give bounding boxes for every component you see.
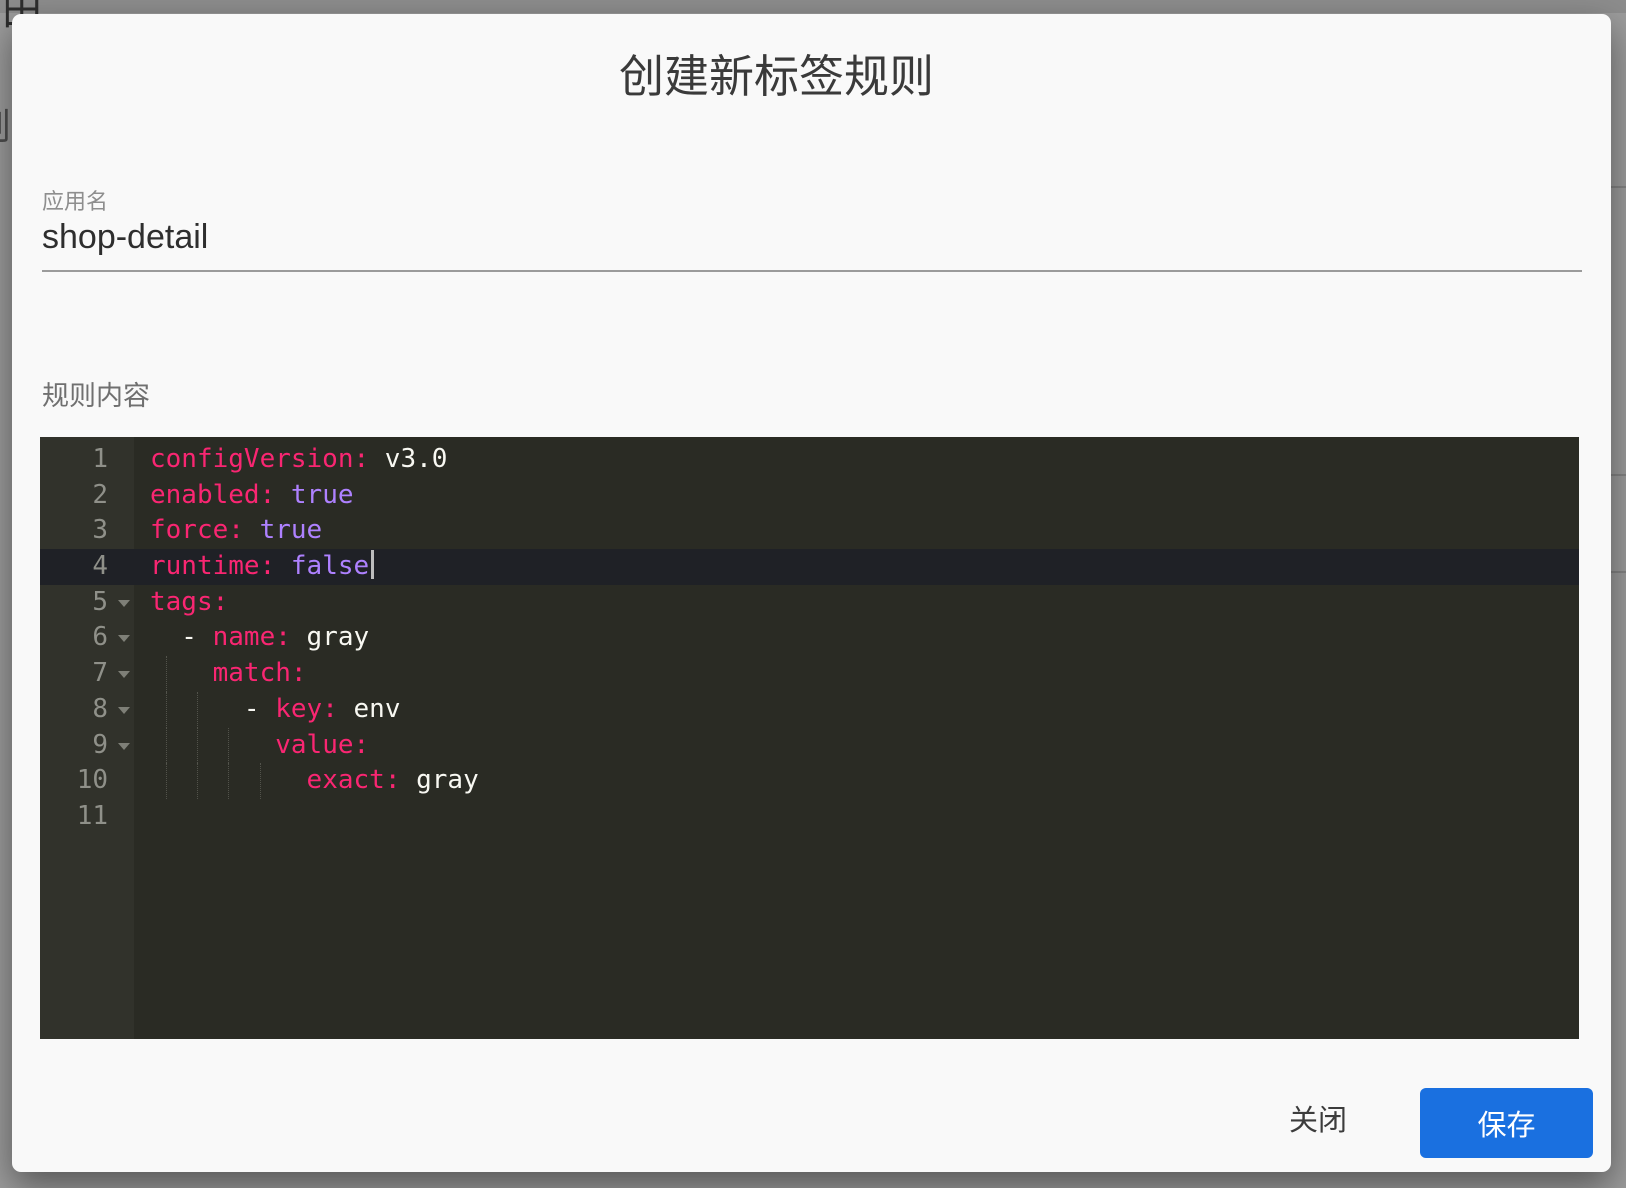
line-number: 7 [40,656,134,692]
indent-guide [228,763,229,799]
background-table-line [1610,474,1626,476]
background-fragment-left: 则 [0,98,11,150]
fold-arrow-icon[interactable] [118,671,130,678]
token-key: name: [213,622,291,652]
token-key: configVersion: [150,444,369,474]
code-line-text[interactable]: tags: [134,585,1579,621]
indent-guide [228,728,229,764]
token-plain: gray [400,765,478,795]
code-line[interactable]: 7 match: [40,656,1579,692]
text-cursor [371,550,374,579]
token-plain: v3.0 [369,444,447,474]
code-line-text[interactable] [134,799,1579,835]
code-line[interactable]: 4runtime: false [40,549,1579,585]
dialog-title: 创建新标签规则 [12,50,1541,104]
background-top-bar [0,0,1626,13]
token-plain [150,658,213,688]
token-key: tags: [150,587,228,617]
token-plain [150,730,275,760]
app-name-underline [42,270,1582,272]
token-key: match: [213,658,307,688]
token-plain: env [338,694,401,724]
fold-arrow-icon[interactable] [118,600,130,607]
code-editor[interactable]: 1configVersion: v3.02enabled: true3force… [40,437,1579,1039]
code-line[interactable]: 2enabled: true [40,478,1579,514]
line-number: 1 [40,442,134,478]
indent-guide [166,692,167,728]
token-plain: gray [291,622,369,652]
save-button[interactable]: 保存 [1420,1088,1593,1158]
indent-guide [166,656,167,692]
code-line-text[interactable]: value: [134,728,1579,764]
token-key: exact: [307,765,401,795]
code-line-text[interactable]: enabled: true [134,478,1579,514]
editor-rows: 1configVersion: v3.02enabled: true3force… [40,442,1579,835]
line-number: 6 [40,620,134,656]
code-line-text[interactable]: exact: gray [134,763,1579,799]
line-number: 9 [40,728,134,764]
line-number: 3 [40,513,134,549]
token-plain: - [150,622,213,652]
code-line[interactable]: 1configVersion: v3.0 [40,442,1579,478]
line-number: 2 [40,478,134,514]
token-key: enabled: [150,480,275,510]
fold-arrow-icon[interactable] [118,743,130,750]
token-key: key: [275,694,338,724]
line-number: 10 [40,763,134,799]
indent-guide [197,692,198,728]
code-line[interactable]: 3force: true [40,513,1579,549]
code-line[interactable]: 5 tags: [40,585,1579,621]
fold-arrow-icon[interactable] [118,635,130,642]
code-line[interactable]: 11 [40,799,1579,835]
app-name-field[interactable]: shop-detail [42,218,208,257]
line-number: 4 [40,549,134,585]
code-line-text[interactable]: match: [134,656,1579,692]
close-button[interactable]: 关闭 [1268,1093,1368,1149]
token-bool: true [244,515,322,545]
indent-guide [166,763,167,799]
line-number: 11 [40,799,134,835]
code-line-text[interactable]: configVersion: v3.0 [134,442,1579,478]
indent-guide [197,763,198,799]
token-key: value: [275,730,369,760]
create-tag-rule-dialog: 创建新标签规则 应用名 shop-detail 规则内容 1configVers… [12,14,1611,1172]
token-plain: - [150,694,275,724]
line-number: 5 [40,585,134,621]
code-line-text[interactable]: force: true [134,513,1579,549]
fold-arrow-icon[interactable] [118,707,130,714]
background-table-line [1610,571,1626,573]
token-key: force: [150,515,244,545]
code-line-text[interactable]: - key: env [134,692,1579,728]
token-key: runtime: [150,551,275,581]
code-line-text[interactable]: - name: gray [134,620,1579,656]
code-line[interactable]: 6 - name: gray [40,620,1579,656]
indent-guide [166,728,167,764]
code-line[interactable]: 9 value: [40,728,1579,764]
indent-guide [197,728,198,764]
app-name-label: 应用名 [42,184,108,216]
token-bool: false [275,551,369,581]
line-number: 8 [40,692,134,728]
rule-content-label: 规则内容 [42,374,150,413]
indent-guide [260,763,261,799]
code-line-text[interactable]: runtime: false [134,549,1579,585]
code-line[interactable]: 8 - key: env [40,692,1579,728]
token-bool: true [275,480,353,510]
code-line[interactable]: 10 exact: gray [40,763,1579,799]
background-table-line [1610,186,1626,188]
